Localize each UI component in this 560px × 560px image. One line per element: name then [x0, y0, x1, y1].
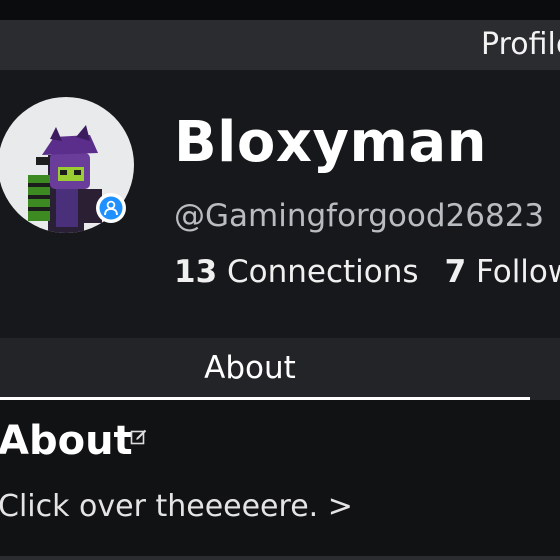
username: @Gamingforgood26823 — [174, 198, 545, 234]
about-description[interactable]: Click over theeeeere. > — [0, 489, 353, 524]
tab-about[interactable]: About — [0, 338, 530, 400]
tab-bar: About — [0, 338, 560, 400]
followers-count: 7 — [444, 254, 467, 290]
tab-about-label: About — [204, 350, 296, 386]
profile-stats: 13 Connections 7 Followers — [174, 254, 560, 290]
followers-stat[interactable]: 7 Followers — [445, 254, 560, 290]
profile-card: Bloxyman @Gamingforgood26823 13 Connecti… — [0, 70, 560, 338]
followers-label: Followers — [476, 254, 560, 290]
about-section: About Click over theeeeere. > — [0, 400, 560, 560]
page-title: Profile — [481, 27, 560, 62]
top-edge — [0, 0, 560, 20]
bottom-divider — [0, 556, 560, 560]
person-icon — [99, 196, 123, 220]
display-name: Bloxyman — [174, 110, 487, 175]
connections-count: 13 — [174, 254, 218, 290]
status-badge — [96, 193, 126, 223]
edit-icon[interactable] — [130, 428, 148, 446]
page-header: Profile — [0, 20, 560, 70]
connections-stat[interactable]: 13 Connections — [174, 254, 419, 290]
about-heading: About — [0, 418, 133, 464]
connections-label: Connections — [227, 254, 419, 290]
